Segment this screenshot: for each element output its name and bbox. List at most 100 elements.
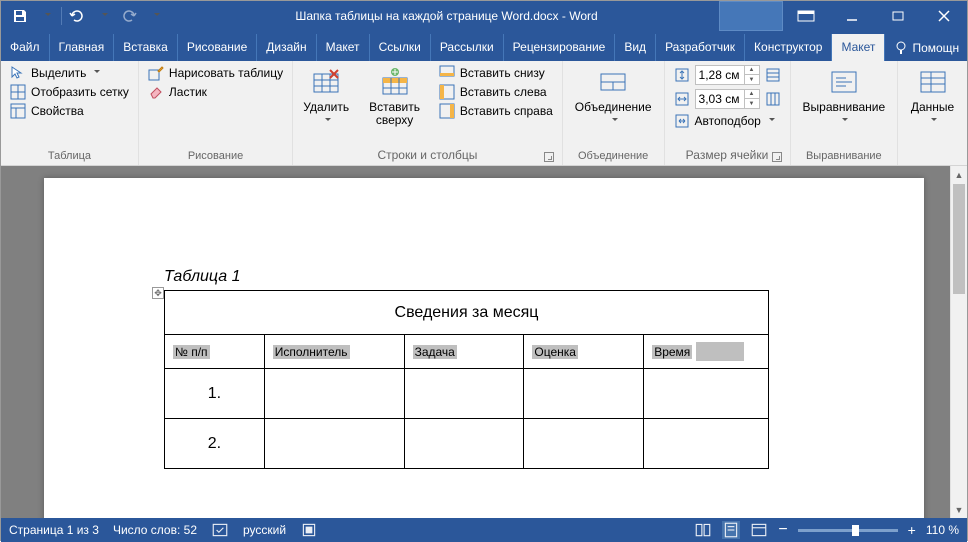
read-mode-button[interactable] xyxy=(694,521,712,539)
table-cell[interactable] xyxy=(524,369,644,419)
scroll-thumb[interactable] xyxy=(953,184,965,294)
macro-icon[interactable] xyxy=(300,521,318,539)
table-cell[interactable] xyxy=(644,419,769,469)
insert-right-button[interactable]: Вставить справа xyxy=(436,102,556,120)
group-table: Выделить Отобразить сетку Свойства Табли… xyxy=(1,61,139,165)
draw-table-button[interactable]: Нарисовать таблицу xyxy=(145,64,286,82)
alignment-button[interactable]: Выравнивание xyxy=(797,64,892,129)
undo-button[interactable] xyxy=(64,3,90,29)
group-rows-columns-label: Строки и столбцы xyxy=(299,146,556,165)
page-number[interactable]: Страница 1 из 3 xyxy=(9,523,99,537)
group-alignment: Выравнивание Выравнивание xyxy=(791,61,899,165)
group-merge-label: Объединение xyxy=(569,148,658,165)
table-cell[interactable] xyxy=(404,419,524,469)
rows-cols-dialog-launcher[interactable] xyxy=(544,152,554,162)
insert-below-button[interactable]: Вставить снизу xyxy=(436,64,556,82)
height-icon xyxy=(674,67,690,83)
col-header-0[interactable]: № п/п xyxy=(173,345,210,359)
tell-me[interactable]: Помощн xyxy=(885,35,968,61)
table-cell[interactable] xyxy=(264,369,404,419)
print-layout-button[interactable] xyxy=(722,521,740,539)
group-cell-size: ▲▼ ▲▼ Автоподбор Размер ячейки xyxy=(665,61,791,165)
table-cell[interactable] xyxy=(404,369,524,419)
height-input[interactable]: ▲▼ xyxy=(695,65,760,85)
web-layout-button[interactable] xyxy=(750,521,768,539)
data-button[interactable]: Данные xyxy=(904,64,961,129)
language[interactable]: русский xyxy=(243,523,286,537)
ribbon-tabs: Файл Главная Вставка Рисование Дизайн Ма… xyxy=(1,31,967,61)
ribbon: Выделить Отобразить сетку Свойства Табли… xyxy=(1,61,967,166)
autofit-button[interactable]: Автоподбор xyxy=(671,112,784,130)
group-draw: Нарисовать таблицу Ластик Рисование xyxy=(139,61,293,165)
width-icon xyxy=(674,91,690,107)
tab-layout[interactable]: Макет xyxy=(317,34,370,61)
table-cell[interactable] xyxy=(644,369,769,419)
width-input[interactable]: ▲▼ xyxy=(695,89,760,109)
col-header-4[interactable]: Время xyxy=(652,345,692,359)
group-alignment-label: Выравнивание xyxy=(797,148,892,165)
tab-view[interactable]: Вид xyxy=(615,34,656,61)
delete-button[interactable]: Удалить xyxy=(299,64,353,129)
zoom-slider[interactable] xyxy=(798,529,898,532)
group-merge: Объединение Объединение xyxy=(563,61,665,165)
tab-mailings[interactable]: Рассылки xyxy=(431,34,504,61)
table-caption[interactable]: Таблица 1 xyxy=(164,268,804,286)
document-area[interactable]: Таблица 1 ✥ Сведения за месяц № п/п Испо… xyxy=(1,166,967,518)
cellsize-dialog-launcher[interactable] xyxy=(772,152,782,162)
properties-button[interactable]: Свойства xyxy=(7,102,132,120)
spellcheck-icon[interactable] xyxy=(211,521,229,539)
scroll-down-arrow[interactable]: ▼ xyxy=(951,501,967,518)
word-count[interactable]: Число слов: 52 xyxy=(113,523,197,537)
tab-table-design[interactable]: Конструктор xyxy=(745,34,832,61)
tab-review[interactable]: Рецензирование xyxy=(504,34,616,61)
group-rows-columns: Удалить Вставить сверху Вставить снизу В… xyxy=(293,61,563,165)
close-button[interactable] xyxy=(921,1,967,31)
group-table-label: Таблица xyxy=(7,148,132,165)
table-cell[interactable] xyxy=(524,419,644,469)
distribute-rows-button[interactable] xyxy=(765,67,781,83)
save-dropdown[interactable] xyxy=(33,3,59,29)
tab-references[interactable]: Ссылки xyxy=(370,34,431,61)
insert-above-button[interactable]: Вставить сверху xyxy=(353,64,436,129)
distribute-cols-button[interactable] xyxy=(765,91,781,107)
account-button[interactable] xyxy=(719,1,783,31)
tab-table-layout[interactable]: Макет xyxy=(832,34,885,61)
vertical-scrollbar[interactable]: ▲ ▼ xyxy=(950,166,967,518)
tab-design[interactable]: Дизайн xyxy=(257,34,316,61)
page: Таблица 1 ✥ Сведения за месяц № п/п Испо… xyxy=(44,178,924,518)
eraser-button[interactable]: Ластик xyxy=(145,83,286,101)
tab-developer[interactable]: Разработчик xyxy=(656,34,745,61)
undo-dropdown[interactable] xyxy=(90,3,116,29)
minimize-button[interactable] xyxy=(829,1,875,31)
row-1-num[interactable]: 1. xyxy=(165,369,265,419)
tab-file[interactable]: Файл xyxy=(1,34,50,61)
qat-customize[interactable] xyxy=(142,3,168,29)
tab-home[interactable]: Главная xyxy=(50,34,115,61)
col-header-3[interactable]: Оценка xyxy=(532,345,578,359)
tab-insert[interactable]: Вставка xyxy=(114,34,178,61)
scroll-up-arrow[interactable]: ▲ xyxy=(951,166,967,183)
row-height: ▲▼ xyxy=(671,64,784,86)
ribbon-options-button[interactable] xyxy=(783,1,829,31)
document-table[interactable]: Сведения за месяц № п/п Исполнитель Зада… xyxy=(164,290,769,469)
select-button[interactable]: Выделить xyxy=(7,64,132,82)
table-cell[interactable] xyxy=(264,419,404,469)
zoom-in-button[interactable]: + xyxy=(908,522,916,538)
row-2-num[interactable]: 2. xyxy=(165,419,265,469)
zoom-level[interactable]: 110 % xyxy=(926,523,959,537)
merge-button[interactable]: Объединение xyxy=(569,64,658,129)
col-header-1[interactable]: Исполнитель xyxy=(273,345,350,359)
table-move-handle[interactable]: ✥ xyxy=(152,287,164,299)
redo-button[interactable] xyxy=(116,3,142,29)
save-button[interactable] xyxy=(7,3,33,29)
group-data-label xyxy=(904,160,961,165)
group-draw-label: Рисование xyxy=(145,148,286,165)
col-header-2[interactable]: Задача xyxy=(413,345,457,359)
maximize-button[interactable] xyxy=(875,1,921,31)
tab-draw[interactable]: Рисование xyxy=(178,34,257,61)
statusbar: Страница 1 из 3 Число слов: 52 русский −… xyxy=(1,518,967,542)
view-gridlines-button[interactable]: Отобразить сетку xyxy=(7,83,132,101)
insert-left-button[interactable]: Вставить слева xyxy=(436,83,556,101)
table-title-cell[interactable]: Сведения за месяц xyxy=(165,291,769,335)
zoom-out-button[interactable]: − xyxy=(778,525,787,535)
